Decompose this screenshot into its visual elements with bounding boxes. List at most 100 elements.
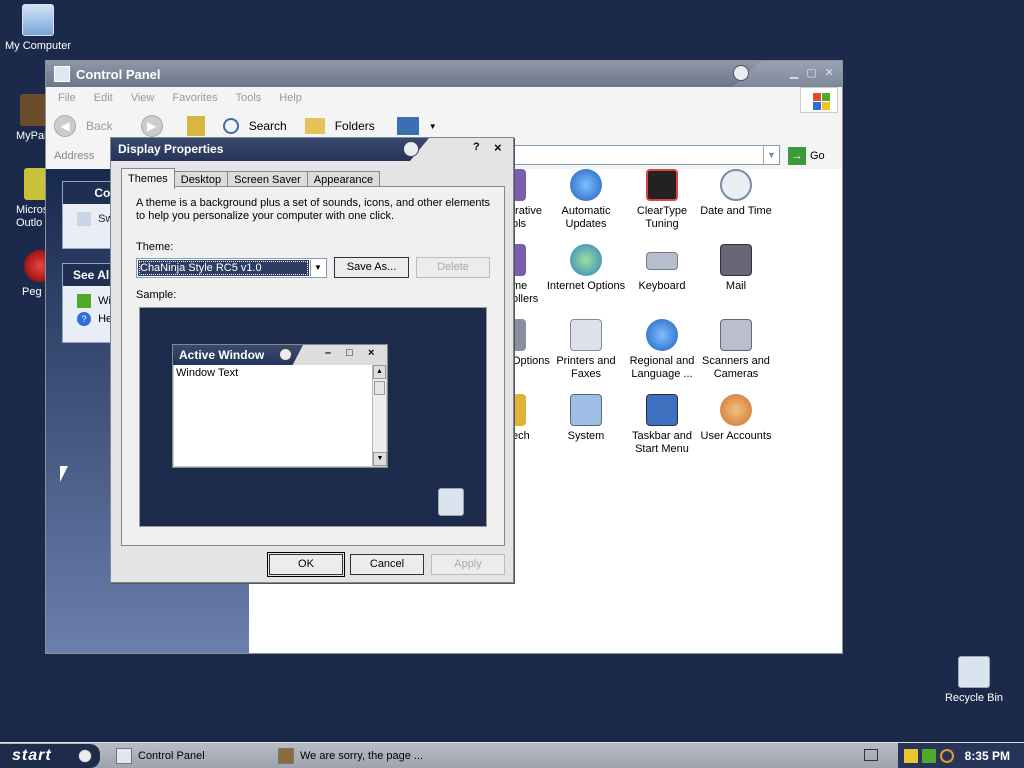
search-icon[interactable] [940, 749, 954, 763]
preview-scrollbar: ▲ ▼ [372, 365, 387, 466]
maximize-button[interactable]: ▢ [806, 66, 816, 79]
computer-icon [22, 4, 54, 36]
keyboard-icon [646, 252, 678, 270]
start-orb-icon [78, 749, 92, 763]
automatic-updates-item[interactable]: Automatic Updates [546, 169, 626, 231]
windows-logo-icon [77, 294, 91, 308]
tab-themes[interactable]: Themes [121, 168, 175, 189]
menu-bar: File Edit View Favorites Tools Help [46, 87, 842, 113]
start-button[interactable]: start [0, 744, 100, 768]
apply-button[interactable]: Apply [431, 554, 505, 575]
theme-select[interactable]: ChaNinja Style RC5 v1.0 ▼ [136, 258, 327, 278]
display-properties-dialog: Display Properties ? × Themes Desktop Sc… [110, 137, 514, 583]
sample-label: Sample: [136, 289, 177, 301]
go-arrow-icon: → [788, 147, 806, 165]
taskbar-icon [646, 394, 678, 426]
cleartype-icon [646, 169, 678, 201]
scanners-cameras-item[interactable]: Scanners and Cameras [696, 319, 776, 381]
switch-icon [77, 212, 91, 226]
menu-favorites[interactable]: Favorites [172, 92, 217, 104]
browser-icon [278, 748, 294, 764]
menu-view[interactable]: View [131, 92, 155, 104]
scroll-down-icon: ▼ [373, 452, 387, 466]
taskbar: start Control Panel We are sorry, the pa… [0, 742, 1024, 768]
dialog-titlebar[interactable]: Display Properties ? × [111, 138, 513, 161]
control-panel-icon [116, 748, 132, 764]
date-and-time-item[interactable]: Date and Time [696, 169, 776, 218]
network-icon[interactable] [922, 749, 936, 763]
scroll-up-icon: ▲ [373, 365, 386, 379]
views-icon[interactable] [396, 117, 419, 135]
recycle-bin-icon [958, 656, 990, 688]
rollup-icon [279, 348, 292, 361]
folders-button[interactable]: Folders [335, 119, 375, 133]
back-button[interactable]: Back [86, 119, 113, 133]
menu-edit[interactable]: Edit [94, 92, 113, 104]
start-label: start [12, 747, 52, 764]
desktop-icon-label: Outlo [16, 217, 43, 229]
task-panel-title: Co [94, 186, 111, 200]
control-panel-logo-icon [73, 183, 91, 197]
help-icon: ? [77, 312, 91, 326]
go-label: Go [810, 150, 825, 162]
preview-window-title: Active Window [179, 348, 265, 362]
desktop-icon-my-computer[interactable]: My Computer [0, 4, 78, 52]
mail-icon [720, 244, 752, 276]
themes-panel: A theme is a background plus a set of so… [121, 186, 505, 546]
shield-icon[interactable] [904, 749, 918, 763]
preview-window-body: Window Text ▲ ▼ [174, 365, 387, 466]
window-title: Control Panel [76, 66, 161, 82]
system-item[interactable]: System [546, 394, 626, 443]
globe-icon [570, 244, 602, 276]
chevron-down-icon[interactable]: ▼ [310, 260, 325, 276]
menu-help[interactable]: Help [279, 92, 302, 104]
mail-item[interactable]: Mail [696, 244, 776, 293]
rollup-icon[interactable] [733, 65, 749, 81]
search-button[interactable]: Search [249, 119, 287, 133]
theme-description: A theme is a background plus a set of so… [136, 197, 491, 222]
desktop-icon-label: Peg [22, 286, 42, 298]
address-input[interactable]: ▼ [506, 145, 780, 165]
back-arrow-icon[interactable]: ◀ [54, 115, 76, 137]
keyboard-icon[interactable] [864, 749, 878, 761]
chevron-down-icon[interactable]: ▼ [429, 122, 437, 131]
go-button[interactable]: → Go [788, 147, 825, 165]
desktop-icon-recycle-bin[interactable]: Recycle Bin [934, 656, 1014, 704]
globe-update-icon [570, 169, 602, 201]
regional-language-item[interactable]: Regional and Language ... [622, 319, 702, 381]
user-accounts-item[interactable]: User Accounts [696, 394, 776, 443]
folder-icon [304, 118, 325, 134]
help-button[interactable]: ? [473, 141, 480, 153]
search-icon [222, 118, 239, 134]
close-button[interactable]: ✕ [825, 66, 834, 79]
taskbar-item-browser[interactable]: We are sorry, the page ... [278, 745, 423, 767]
taskbar-start-menu-item[interactable]: Taskbar and Start Menu [622, 394, 702, 456]
menu-file[interactable]: File [58, 92, 76, 104]
internet-options-item[interactable]: Internet Options [546, 244, 626, 293]
users-icon [720, 394, 752, 426]
cancel-button[interactable]: Cancel [350, 554, 424, 575]
printers-and-faxes-item[interactable]: Printers and Faxes [546, 319, 626, 381]
preview-window: Active Window – □ × Window Text ▲ ▼ [172, 344, 388, 468]
keyboard-item[interactable]: Keyboard [622, 244, 702, 293]
save-as-button[interactable]: Save As... [334, 257, 409, 278]
cleartype-tuning-item[interactable]: ClearType Tuning [622, 169, 702, 231]
delete-button[interactable]: Delete [416, 257, 490, 278]
preview-titlebar: Active Window – □ × [173, 345, 387, 365]
up-folder-icon[interactable] [186, 116, 205, 136]
system-tray: 8:35 PM [898, 743, 1024, 768]
forward-arrow-icon[interactable]: ▶ [140, 115, 163, 137]
ok-button[interactable]: OK [267, 552, 345, 577]
taskbar-item-control-panel[interactable]: Control Panel [116, 745, 205, 767]
address-label: Address [54, 150, 95, 162]
clock[interactable]: 8:35 PM [965, 749, 1010, 763]
preview-window-text: Window Text [176, 367, 239, 379]
menu-tools[interactable]: Tools [236, 92, 262, 104]
chevron-down-icon[interactable]: ▼ [763, 146, 779, 164]
rollup-icon[interactable] [403, 141, 419, 157]
minimize-button[interactable]: ▁ [790, 66, 798, 79]
close-button[interactable]: × [494, 140, 502, 155]
system-icon [570, 394, 602, 426]
desktop-icon-label: Recycle Bin [944, 692, 1004, 704]
control-panel-titlebar[interactable]: Control Panel ▁ ▢ ✕ [46, 61, 842, 87]
